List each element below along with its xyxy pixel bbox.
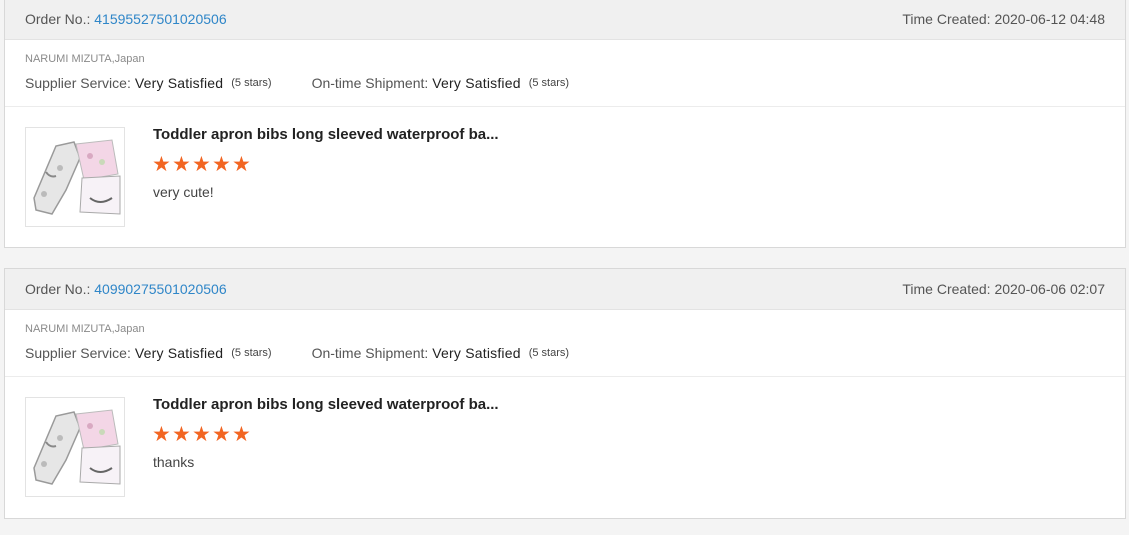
service-ratings: Supplier Service: Very Satisfied (5 star… bbox=[25, 345, 1105, 361]
order-label: Order No.: bbox=[25, 281, 91, 297]
product-thumbnail[interactable] bbox=[25, 127, 125, 227]
order-number-link[interactable]: 40990275501020506 bbox=[94, 281, 226, 297]
supplier-service-value: Very Satisfied bbox=[134, 345, 224, 361]
feedback-meta: NARUMI MIZUTA,Japan Supplier Service: Ve… bbox=[5, 310, 1125, 377]
star-icon: ★ bbox=[212, 153, 231, 176]
product-image-icon bbox=[26, 398, 124, 496]
star-icon: ★ bbox=[152, 153, 171, 176]
supplier-service-label: Supplier Service: bbox=[25, 75, 131, 91]
product-review: Toddler apron bibs long sleeved waterpro… bbox=[5, 107, 1125, 247]
star-icon: ★ bbox=[192, 423, 211, 446]
feedback-card: Order No.: 40990275501020506 Time Create… bbox=[4, 268, 1126, 519]
review-comment: very cute! bbox=[153, 184, 214, 200]
star-icon: ★ bbox=[172, 153, 191, 176]
buyer-name: NARUMI MIZUTA,Japan bbox=[25, 53, 145, 65]
card-header: Order No.: 40990275501020506 Time Create… bbox=[5, 269, 1125, 310]
time-label: Time Created: bbox=[902, 11, 991, 27]
shipment-stars: (5 stars) bbox=[528, 77, 570, 89]
review-comment: thanks bbox=[153, 454, 195, 470]
product-thumbnail[interactable] bbox=[25, 397, 125, 497]
time-value: 2020-06-06 02:07 bbox=[994, 281, 1105, 297]
star-icon: ★ bbox=[172, 423, 191, 446]
supplier-service-label: Supplier Service: bbox=[25, 345, 131, 361]
shipment-value: Very Satisfied bbox=[432, 345, 521, 361]
supplier-service-value: Very Satisfied bbox=[134, 75, 224, 91]
product-title[interactable]: Toddler apron bibs long sleeved waterpro… bbox=[153, 396, 499, 413]
shipment-label: On-time Shipment: bbox=[311, 75, 429, 91]
order-info: Order No.: 40990275501020506 bbox=[25, 281, 227, 297]
supplier-service-stars: (5 stars) bbox=[231, 77, 272, 89]
star-icon: ★ bbox=[152, 423, 171, 446]
card-header: Order No.: 41595527501020506 Time Create… bbox=[5, 0, 1125, 40]
time-created: Time Created: 2020-06-12 04:48 bbox=[902, 11, 1105, 27]
shipment-value: Very Satisfied bbox=[432, 75, 521, 91]
shipment-label: On-time Shipment: bbox=[311, 345, 429, 361]
shipment-stars: (5 stars) bbox=[528, 347, 570, 359]
supplier-service-stars: (5 stars) bbox=[231, 347, 272, 359]
order-number-link[interactable]: 41595527501020506 bbox=[94, 11, 226, 27]
order-label: Order No.: bbox=[25, 11, 91, 27]
feedback-card: Order No.: 41595527501020506 Time Create… bbox=[4, 0, 1126, 248]
star-icon: ★ bbox=[232, 153, 251, 176]
product-review: Toddler apron bibs long sleeved waterpro… bbox=[5, 377, 1125, 517]
product-title[interactable]: Toddler apron bibs long sleeved waterpro… bbox=[153, 126, 499, 143]
star-icon: ★ bbox=[212, 423, 231, 446]
star-icon: ★ bbox=[192, 153, 211, 176]
time-label: Time Created: bbox=[902, 281, 991, 297]
product-image-icon bbox=[26, 128, 124, 226]
order-info: Order No.: 41595527501020506 bbox=[25, 11, 227, 27]
star-icon: ★ bbox=[232, 423, 251, 446]
time-created: Time Created: 2020-06-06 02:07 bbox=[902, 281, 1105, 297]
service-ratings: Supplier Service: Very Satisfied (5 star… bbox=[25, 75, 1105, 91]
buyer-name: NARUMI MIZUTA,Japan bbox=[25, 323, 145, 335]
product-rating-stars: ★ ★ ★ ★ ★ bbox=[152, 153, 252, 176]
feedback-meta: NARUMI MIZUTA,Japan Supplier Service: Ve… bbox=[5, 40, 1125, 107]
product-rating-stars: ★ ★ ★ ★ ★ bbox=[152, 423, 252, 446]
time-value: 2020-06-12 04:48 bbox=[994, 11, 1105, 27]
